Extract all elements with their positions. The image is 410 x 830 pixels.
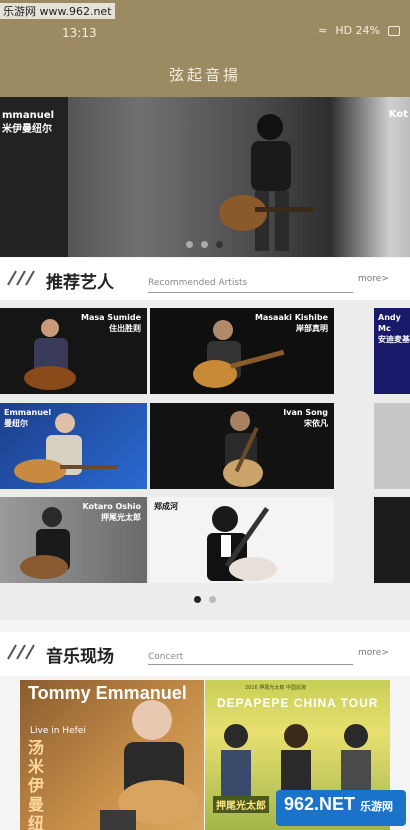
artists-more-link[interactable]: more> bbox=[358, 274, 389, 284]
artist-name: 郑成河 bbox=[154, 502, 178, 511]
status-battery-text: HD 24% bbox=[335, 24, 380, 37]
concert-section-header: 音乐现场 Concert more> bbox=[0, 632, 410, 676]
artist-tile[interactable]: Ivan Song 宋依凡 bbox=[150, 403, 334, 489]
hero-pagination bbox=[186, 241, 223, 248]
artists-pagination bbox=[194, 596, 216, 603]
site-logo-main: 962.NET bbox=[284, 794, 356, 814]
artist-photo bbox=[20, 507, 70, 579]
artist-photo bbox=[207, 506, 277, 581]
artist-tile-partial[interactable] bbox=[374, 497, 410, 583]
app-header: 乐游网 www.962.net 13:13 ≈ HD 24% 弦起音揚 bbox=[0, 0, 410, 97]
wifi-icon: ≈ bbox=[318, 24, 328, 37]
poster-name: 押尾光太郎 bbox=[213, 796, 269, 813]
status-time: 13:13 bbox=[62, 26, 97, 40]
artist-name: Masa Sumide 住出胜则 bbox=[81, 313, 141, 333]
hero-carousel[interactable]: mmanuel 米伊曼纽尔 Kot bbox=[0, 97, 410, 257]
site-watermark: 乐游网 www.962.net bbox=[0, 3, 115, 19]
artist-tile[interactable]: Kotaro Oshio 押尾光太郎 bbox=[0, 497, 147, 583]
concert-poster-tommy[interactable]: Tommy Emmanuel Live in Hefei 汤米伊曼纽尔 bbox=[20, 680, 204, 830]
artists-section-header: 推荐艺人 Recommended Artists more> bbox=[0, 258, 410, 302]
artist-photo bbox=[193, 320, 285, 388]
concert-section-subtitle: Concert bbox=[148, 652, 184, 662]
concert-section-title: 音乐现场 bbox=[46, 647, 114, 667]
hero-left-en: mmanuel bbox=[2, 110, 55, 121]
poster-cn-name: 汤米伊曼纽尔 bbox=[28, 738, 45, 830]
artist-tile[interactable]: 郑成河 bbox=[150, 497, 334, 583]
status-icons: ≈ HD 24% bbox=[318, 24, 400, 37]
artist-tile[interactable]: Masaaki Kishibe 岸部真明 bbox=[150, 308, 334, 394]
concert-more-link[interactable]: more> bbox=[358, 648, 389, 658]
artist-tile[interactable]: Emmanuel 曼纽尔 bbox=[0, 403, 147, 489]
artist-photo bbox=[14, 413, 118, 483]
poster-subtitle: Live in Hefei bbox=[30, 726, 86, 736]
site-logo-sub: 乐游网 bbox=[360, 801, 394, 813]
artist-tile-partial[interactable]: Andy Mc 安迪麦基 bbox=[374, 308, 410, 394]
artists-section-title: 推荐艺人 bbox=[46, 273, 114, 293]
artist-name: Andy Mc 安迪麦基 bbox=[378, 313, 410, 344]
poster-caption: 2016 押尾光太郎 中国巡演 bbox=[245, 685, 306, 691]
artists-dot[interactable] bbox=[209, 596, 216, 603]
hero-left-cn: 米伊曼纽尔 bbox=[2, 124, 52, 135]
hero-dot[interactable] bbox=[201, 241, 208, 248]
hero-dot-active[interactable] bbox=[216, 241, 223, 248]
hero-dot[interactable] bbox=[186, 241, 193, 248]
slashes-icon bbox=[7, 644, 35, 660]
section-divider bbox=[148, 664, 353, 665]
app-title: 弦起音揚 bbox=[168, 66, 241, 84]
artist-tile-partial[interactable] bbox=[374, 403, 410, 489]
poster-photo bbox=[100, 700, 198, 830]
section-divider bbox=[148, 292, 353, 293]
artists-dot-active[interactable] bbox=[194, 596, 201, 603]
poster-title: DEPAPEPE CHINA TOUR bbox=[217, 696, 379, 710]
artist-name: Ivan Song 宋依凡 bbox=[283, 408, 328, 428]
hero-guitarist-image bbox=[219, 114, 313, 251]
artists-section-subtitle: Recommended Artists bbox=[148, 278, 248, 288]
poster-photo bbox=[221, 724, 371, 796]
hero-left-label: mmanuel 米伊曼纽尔 bbox=[2, 109, 54, 137]
artist-tile[interactable]: Masa Sumide 住出胜则 bbox=[0, 308, 147, 394]
site-logo: 962.NET 乐游网 bbox=[276, 790, 406, 826]
artist-photo bbox=[24, 319, 76, 390]
hero-right-label: Kot bbox=[388, 109, 408, 120]
slashes-icon bbox=[7, 270, 35, 286]
battery-icon bbox=[388, 25, 400, 36]
artist-photo bbox=[223, 411, 263, 487]
